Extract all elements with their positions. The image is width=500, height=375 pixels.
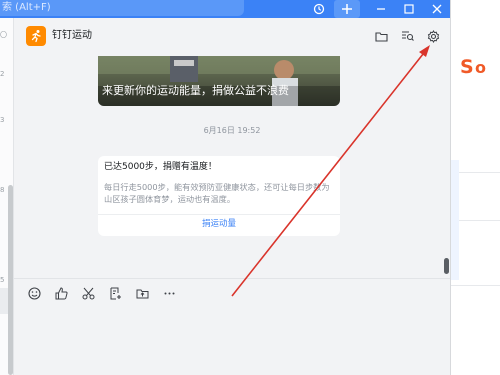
promo-photo: [98, 56, 340, 106]
plus-icon: [342, 4, 352, 14]
add-button[interactable]: [334, 0, 360, 18]
sogou-logo-icon: S o: [457, 55, 495, 77]
more-icon[interactable]: [161, 285, 177, 301]
list-mark: 5: [0, 276, 5, 284]
card-body: 每日行走5000步，能有效预防亚健康状态，还可让每日步数为山区孩子圆体育梦，运动…: [104, 182, 330, 204]
message-composer[interactable]: [14, 278, 450, 375]
message-timestamp: 6月16日 19:52: [203, 126, 261, 135]
history-icon: [313, 3, 325, 15]
global-search-input[interactable]: 索 (Alt+F): [0, 0, 244, 16]
list-mark: 2: [0, 70, 5, 78]
maximize-icon: [404, 4, 414, 14]
maximize-button[interactable]: [396, 0, 422, 18]
background-window: S o: [450, 0, 500, 375]
promo-caption: 来更新你的运动能量，捐做公益不浪费: [102, 84, 289, 97]
conversation-list-scrollbar[interactable]: [8, 185, 13, 375]
svg-text:o: o: [475, 58, 486, 77]
list-mark: 3: [0, 116, 5, 124]
card-title: 已达5000步，捐赠有温度！: [104, 162, 217, 172]
emoji-icon[interactable]: [26, 285, 42, 301]
like-icon[interactable]: [53, 285, 69, 301]
chat-title: 钉钉运动: [52, 30, 92, 41]
close-icon: [432, 4, 442, 14]
folder-upload-icon[interactable]: [134, 285, 150, 301]
minimize-icon: [377, 8, 385, 10]
gear-icon[interactable]: [424, 27, 442, 45]
minimize-button[interactable]: [368, 0, 394, 18]
card-divider: [98, 214, 340, 215]
message-scrollbar[interactable]: [444, 258, 449, 274]
running-icon: [31, 30, 41, 43]
search-placeholder: 索 (Alt+F): [2, 2, 51, 13]
folder-icon[interactable]: [372, 27, 390, 45]
history-button[interactable]: [306, 0, 332, 18]
promo-image-card[interactable]: 来更新你的运动能量，捐做公益不浪费: [98, 56, 340, 106]
list-mark: 8: [0, 186, 5, 194]
scissors-icon[interactable]: [80, 285, 96, 301]
chat-header: 钉钉运动: [14, 18, 450, 56]
search-history-icon[interactable]: [398, 27, 416, 45]
message-area: 来更新你的运动能量，捐做公益不浪费 6月16日 19:52 已达5000步，捐赠…: [14, 56, 450, 278]
svg-text:S: S: [460, 56, 474, 77]
avatar[interactable]: [26, 26, 46, 46]
title-bar: 索 (Alt+F): [0, 0, 450, 18]
close-button[interactable]: [424, 0, 450, 18]
message-card: 已达5000步，捐赠有温度！ 每日行走5000步，能有效预防亚健康状态，还可让每…: [98, 156, 340, 236]
list-mark: 〇: [0, 31, 7, 39]
doc-add-icon[interactable]: [107, 285, 123, 301]
donate-steps-link[interactable]: 捐运动量: [98, 218, 340, 230]
